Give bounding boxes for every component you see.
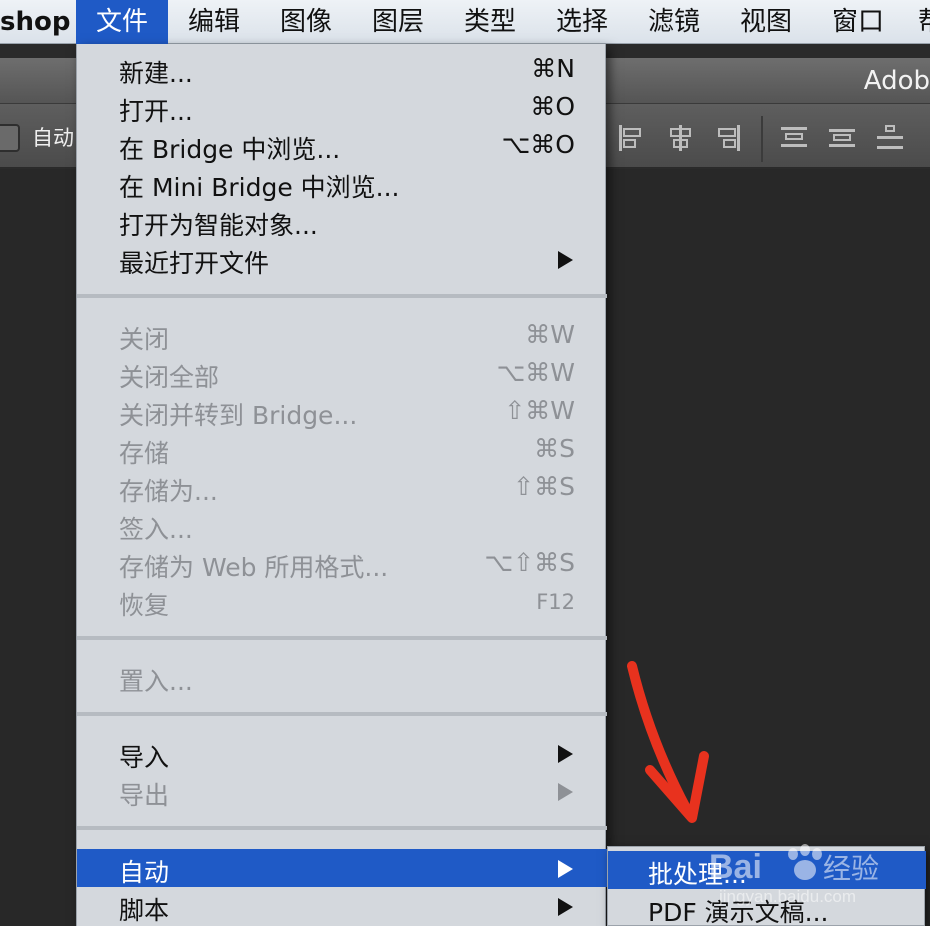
menu-item-label: 存储为...	[119, 477, 218, 506]
menu-item-browse-in-bridge[interactable]: 在 Bridge 中浏览... ⌥⌘O	[77, 126, 607, 164]
menu-item-open-recent[interactable]: 最近打开文件	[77, 240, 607, 278]
watermark-brand: Bai	[709, 848, 762, 886]
shortcut-label: ⌥⇧⌘S	[484, 548, 575, 577]
menu-item-label: 置入...	[119, 667, 193, 696]
menu-item-label: 打开为智能对象...	[119, 211, 318, 240]
menu-item-label: 打开...	[119, 97, 193, 126]
menu-item-open-as-smart-object[interactable]: 打开为智能对象...	[77, 202, 607, 240]
menu-item-label: 签入...	[119, 515, 193, 544]
menu-type[interactable]: 类型	[444, 0, 536, 44]
menu-item-label: 导出	[119, 781, 170, 810]
menu-item-label: 关闭全部	[119, 363, 220, 392]
toolbar-divider	[761, 116, 763, 162]
menu-help[interactable]: 帮	[918, 0, 930, 44]
menu-item-scripts[interactable]: 脚本	[77, 887, 607, 925]
menu-item-label: 存储	[119, 439, 170, 468]
submenu-arrow-icon	[558, 783, 573, 801]
window-title: Adob	[863, 66, 930, 96]
menu-item-label: 导入	[119, 743, 170, 772]
menu-item-save-for-web[interactable]: 存储为 Web 所用格式... ⌥⇧⌘S	[77, 544, 607, 582]
menu-separator	[77, 826, 607, 830]
menu-item-check-in[interactable]: 签入...	[77, 506, 607, 544]
submenu-arrow-icon	[558, 251, 573, 269]
menu-separator	[77, 294, 607, 298]
auto-select-label: 自动	[32, 126, 74, 150]
shortcut-label: ⌘W	[525, 320, 575, 349]
menu-layer[interactable]: 图层	[352, 0, 444, 44]
shortcut-label: ⌥⌘O	[501, 130, 576, 159]
menu-item-new[interactable]: 新建... ⌘N	[77, 50, 607, 88]
menu-item-import[interactable]: 导入	[77, 734, 607, 772]
menu-item-open[interactable]: 打开... ⌘O	[77, 88, 607, 126]
menu-item-browse-in-mini-bridge[interactable]: 在 Mini Bridge 中浏览...	[77, 164, 607, 202]
shortcut-label: ⌘N	[531, 54, 575, 83]
menu-filter[interactable]: 滤镜	[628, 0, 720, 44]
menu-item-save[interactable]: 存储 ⌘S	[77, 430, 607, 468]
menu-item-label: 最近打开文件	[119, 249, 270, 278]
menu-item-label: 自动	[119, 858, 170, 887]
menu-file[interactable]: 文件	[76, 0, 168, 44]
menu-item-place[interactable]: 置入...	[77, 658, 607, 696]
menu-item-label: 存储为 Web 所用格式...	[119, 553, 389, 582]
shortcut-label: F12	[536, 590, 575, 614]
menu-window[interactable]: 窗口	[812, 0, 904, 44]
submenu-arrow-icon	[558, 860, 573, 878]
menu-item-label: 关闭并转到 Bridge...	[119, 401, 358, 430]
distribute-bottom-icon[interactable]	[874, 122, 906, 154]
watermark-url: jingyan.baidu.com	[718, 887, 856, 906]
watermark-brand-suffix: 经验	[823, 852, 879, 885]
align-left-icon[interactable]	[615, 122, 647, 154]
menu-edit[interactable]: 编辑	[168, 0, 260, 44]
menu-item-close-all[interactable]: 关闭全部 ⌥⌘W	[77, 354, 607, 392]
app-menu[interactable]: shop	[0, 0, 70, 44]
distribute-top-icon[interactable]	[778, 122, 810, 154]
menu-bar: shop 文件 编辑 图像 图层 类型 选择 滤镜 视图 窗口 帮	[0, 0, 930, 44]
menu-select[interactable]: 选择	[536, 0, 628, 44]
red-annotation-arrow-icon	[627, 661, 709, 823]
baidu-jingyan-watermark: Bai 经验 jingyan.baidu.com	[709, 844, 879, 906]
distribute-vertical-center-icon[interactable]	[826, 122, 858, 154]
align-right-icon[interactable]	[712, 122, 744, 154]
menu-item-revert[interactable]: 恢复 F12	[77, 582, 607, 620]
submenu-arrow-icon	[558, 745, 573, 763]
file-menu-dropdown: 新建... ⌘N 打开... ⌘O 在 Bridge 中浏览... ⌥⌘O 在 …	[76, 44, 607, 926]
shortcut-label: ⌥⌘W	[496, 358, 575, 387]
menu-separator	[77, 712, 607, 716]
menu-item-save-as[interactable]: 存储为... ⇧⌘S	[77, 468, 607, 506]
shortcut-label: ⇧⌘W	[504, 396, 575, 425]
menu-image[interactable]: 图像	[260, 0, 352, 44]
menu-item-label: 脚本	[119, 896, 170, 925]
menu-item-label: 关闭	[119, 325, 170, 354]
menu-item-label: 在 Mini Bridge 中浏览...	[119, 173, 400, 202]
menu-separator	[77, 636, 607, 640]
menu-view[interactable]: 视图	[720, 0, 812, 44]
menu-item-automate[interactable]: 自动	[77, 849, 607, 887]
menu-item-close-and-go-to-bridge[interactable]: 关闭并转到 Bridge... ⇧⌘W	[77, 392, 607, 430]
align-horizontal-center-icon[interactable]	[664, 122, 696, 154]
auto-select-checkbox[interactable]	[0, 124, 20, 152]
menu-item-label: 恢复	[119, 591, 170, 620]
menu-item-export[interactable]: 导出	[77, 772, 607, 810]
shortcut-label: ⇧⌘S	[513, 472, 575, 501]
shortcut-label: ⌘S	[534, 434, 575, 463]
menu-item-label: 在 Bridge 中浏览...	[119, 135, 341, 164]
menu-item-label: 新建...	[119, 59, 193, 88]
shortcut-label: ⌘O	[530, 92, 575, 121]
submenu-arrow-icon	[558, 898, 573, 916]
menu-item-close[interactable]: 关闭 ⌘W	[77, 316, 607, 354]
